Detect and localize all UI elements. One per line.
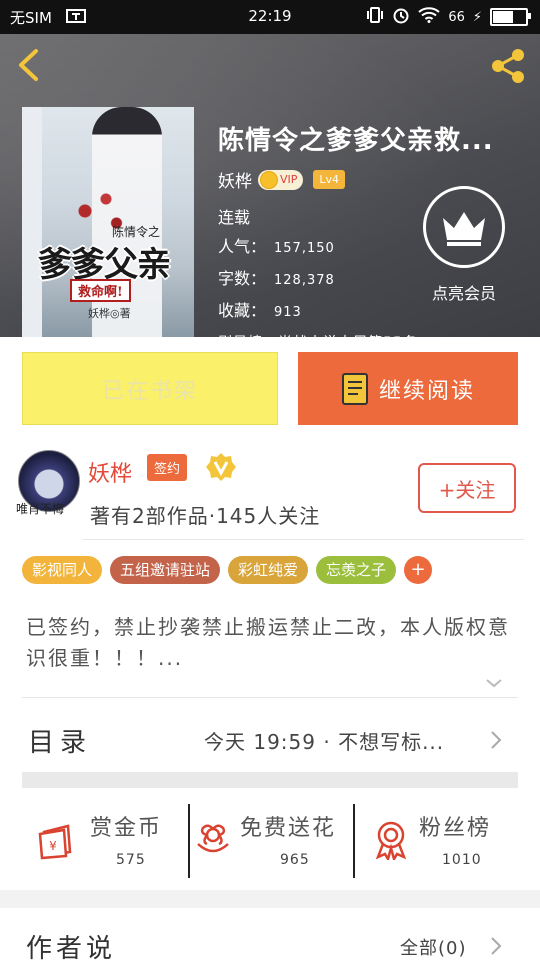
author-says-title: 作者说 xyxy=(26,934,117,964)
favorites-value: 913 xyxy=(274,305,302,320)
author-name[interactable]: 妖桦 xyxy=(88,456,132,488)
section-spacer xyxy=(22,772,518,788)
signed-badge: 签约 xyxy=(147,454,188,481)
stat-label: 粉丝榜 xyxy=(419,816,492,841)
add-tag-button[interactable]: + xyxy=(404,556,433,584)
share-button[interactable] xyxy=(488,46,530,86)
tag-pill[interactable]: 忘羡之子 xyxy=(316,556,397,584)
tag-pill[interactable]: 彩虹纯爱 xyxy=(228,556,309,584)
book-description[interactable]: 已签约，禁止抄袭禁止搬运禁止二改，本人版权意识很重！！！... xyxy=(26,612,516,674)
follow-button[interactable]: +关注 xyxy=(418,463,516,513)
book-icon xyxy=(341,372,368,405)
chevron-right-icon[interactable] xyxy=(490,730,502,750)
in-shelf-button[interactable]: 已在书架 xyxy=(22,352,278,425)
book-author[interactable]: 妖桦 xyxy=(218,167,252,192)
tag-list: 影视同人 五组邀请驻站 彩虹纯爱 忘羡之子 + xyxy=(22,556,433,584)
stat-value: 1010 xyxy=(442,852,482,868)
ranking-link[interactable]: 剧星榜：肖战小说本周第55名>> xyxy=(218,328,494,337)
svg-text:¥: ¥ xyxy=(49,839,57,853)
stats-row: ¥ 赏金币 575 免费送花 965 粉丝榜 1010 xyxy=(22,800,518,880)
stat-value: 965 xyxy=(280,852,310,868)
sun-icon xyxy=(260,170,278,189)
stat-label: 免费送花 xyxy=(240,816,337,841)
send-flower-button[interactable]: 免费送花 965 xyxy=(190,800,354,880)
stat-value: 575 xyxy=(116,852,146,868)
cover-tag: 救命啊! xyxy=(70,279,131,302)
flower-icon xyxy=(197,824,229,853)
book-header: 陈情令之 爹爹父亲 救命啊! 妖桦◎著 陈情令之爹爹父亲救... 妖桦 VIP … xyxy=(0,34,540,337)
wifi-icon xyxy=(418,7,440,27)
divider xyxy=(82,539,524,540)
continue-reading-label: 继续阅读 xyxy=(378,378,475,404)
book-cover[interactable]: 陈情令之 爹爹父亲 救命啊! 妖桦◎著 xyxy=(22,107,194,337)
tag-pill[interactable]: 五组邀请驻站 xyxy=(110,556,221,584)
status-bar: 无SIM 22:19 66 ⚡ xyxy=(0,0,540,34)
chevron-right-icon[interactable] xyxy=(490,936,502,956)
medal-icon xyxy=(375,821,407,860)
crown-icon xyxy=(423,186,505,268)
vibrate-icon xyxy=(366,7,384,27)
member-button[interactable]: 点亮会员 xyxy=(420,186,508,304)
words-value: 128,378 xyxy=(274,273,335,288)
level-badge: Lv4 xyxy=(313,170,346,189)
chevron-down-icon[interactable] xyxy=(484,676,504,690)
action-buttons: 已在书架 继续阅读 xyxy=(22,352,518,425)
share-icon xyxy=(492,49,524,83)
author-says-all-link[interactable]: 全部(0) xyxy=(400,934,467,960)
tag-pill[interactable]: 影视同人 xyxy=(22,556,103,584)
author-works: 著有2部作品·145人关注 xyxy=(90,504,321,528)
reward-coins-button[interactable]: ¥ 赏金币 575 xyxy=(22,800,188,880)
book-title: 陈情令之爹爹父亲救... xyxy=(218,126,494,156)
catalog-title[interactable]: 目录 xyxy=(28,722,92,759)
chevron-left-icon xyxy=(19,49,38,81)
cover-author: 妖桦◎著 xyxy=(88,307,131,320)
back-button[interactable] xyxy=(14,48,46,82)
member-label: 点亮会员 xyxy=(431,284,496,303)
fan-ranking-button[interactable]: 粉丝榜 1010 xyxy=(355,800,518,880)
section-spacer xyxy=(0,890,540,908)
latest-chapter[interactable]: 今天 19:59 · 不想写标... xyxy=(204,726,444,755)
author-card: 唯肖不悔 妖桦 签约 著有2部作品·145人关注 +关注 xyxy=(0,440,540,540)
stat-label: 赏金币 xyxy=(90,816,163,841)
battery-icon xyxy=(490,8,531,26)
avatar-caption: 唯肖不悔 xyxy=(16,502,65,516)
divider xyxy=(22,697,518,698)
battery-percent: 66 xyxy=(448,9,465,25)
popularity-value: 157,150 xyxy=(274,241,335,256)
verified-icon xyxy=(206,453,236,481)
vip-badge: VIP xyxy=(258,169,304,190)
alarm-icon xyxy=(392,6,410,28)
red-envelope-icon: ¥ xyxy=(38,824,72,860)
continue-reading-button[interactable]: 继续阅读 xyxy=(298,352,518,425)
charging-icon: ⚡ xyxy=(472,9,482,25)
